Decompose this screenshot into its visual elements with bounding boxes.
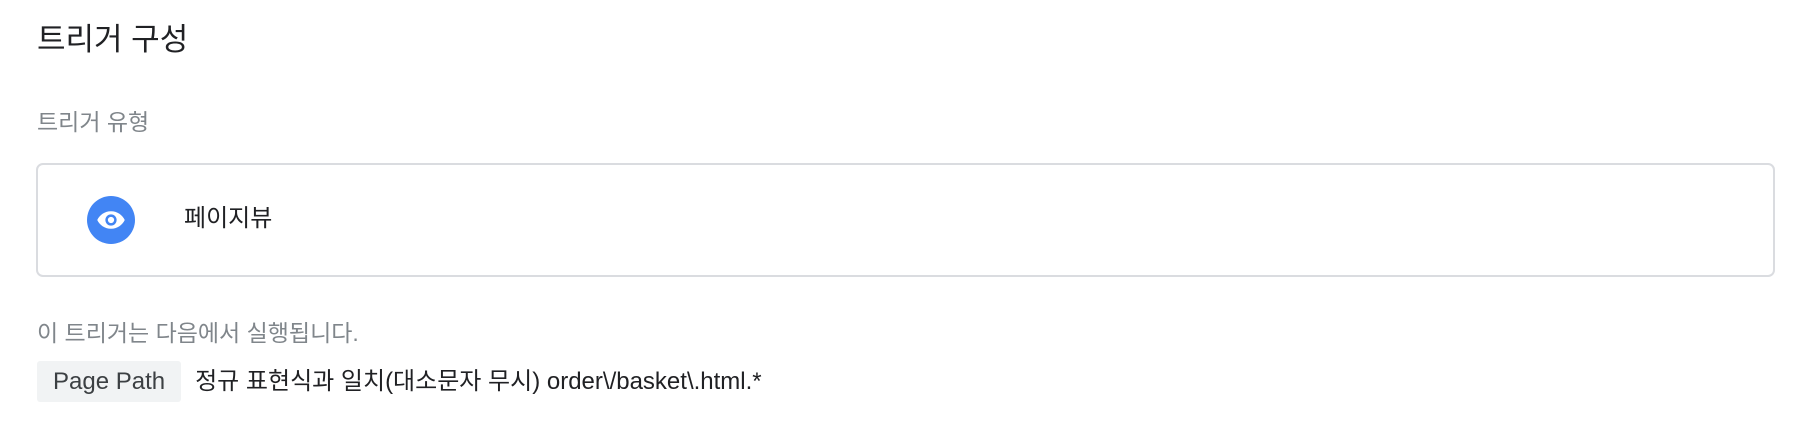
trigger-type-card[interactable]: 페이지뷰	[36, 163, 1775, 277]
trigger-type-name: 페이지뷰	[184, 205, 273, 232]
page-title: 트리거 구성	[37, 22, 189, 57]
eye-icon	[87, 196, 135, 244]
condition-text: 정규 표현식과 일치(대소문자 무시) order\/basket\.html.…	[195, 368, 762, 395]
firing-condition: Page Path 정규 표현식과 일치(대소문자 무시) order\/bas…	[37, 361, 762, 402]
trigger-type-label: 트리거 유형	[37, 109, 150, 135]
eye-icon-svg	[97, 211, 125, 229]
fires-on-label: 이 트리거는 다음에서 실행됩니다.	[37, 320, 359, 346]
variable-chip: Page Path	[37, 361, 182, 402]
